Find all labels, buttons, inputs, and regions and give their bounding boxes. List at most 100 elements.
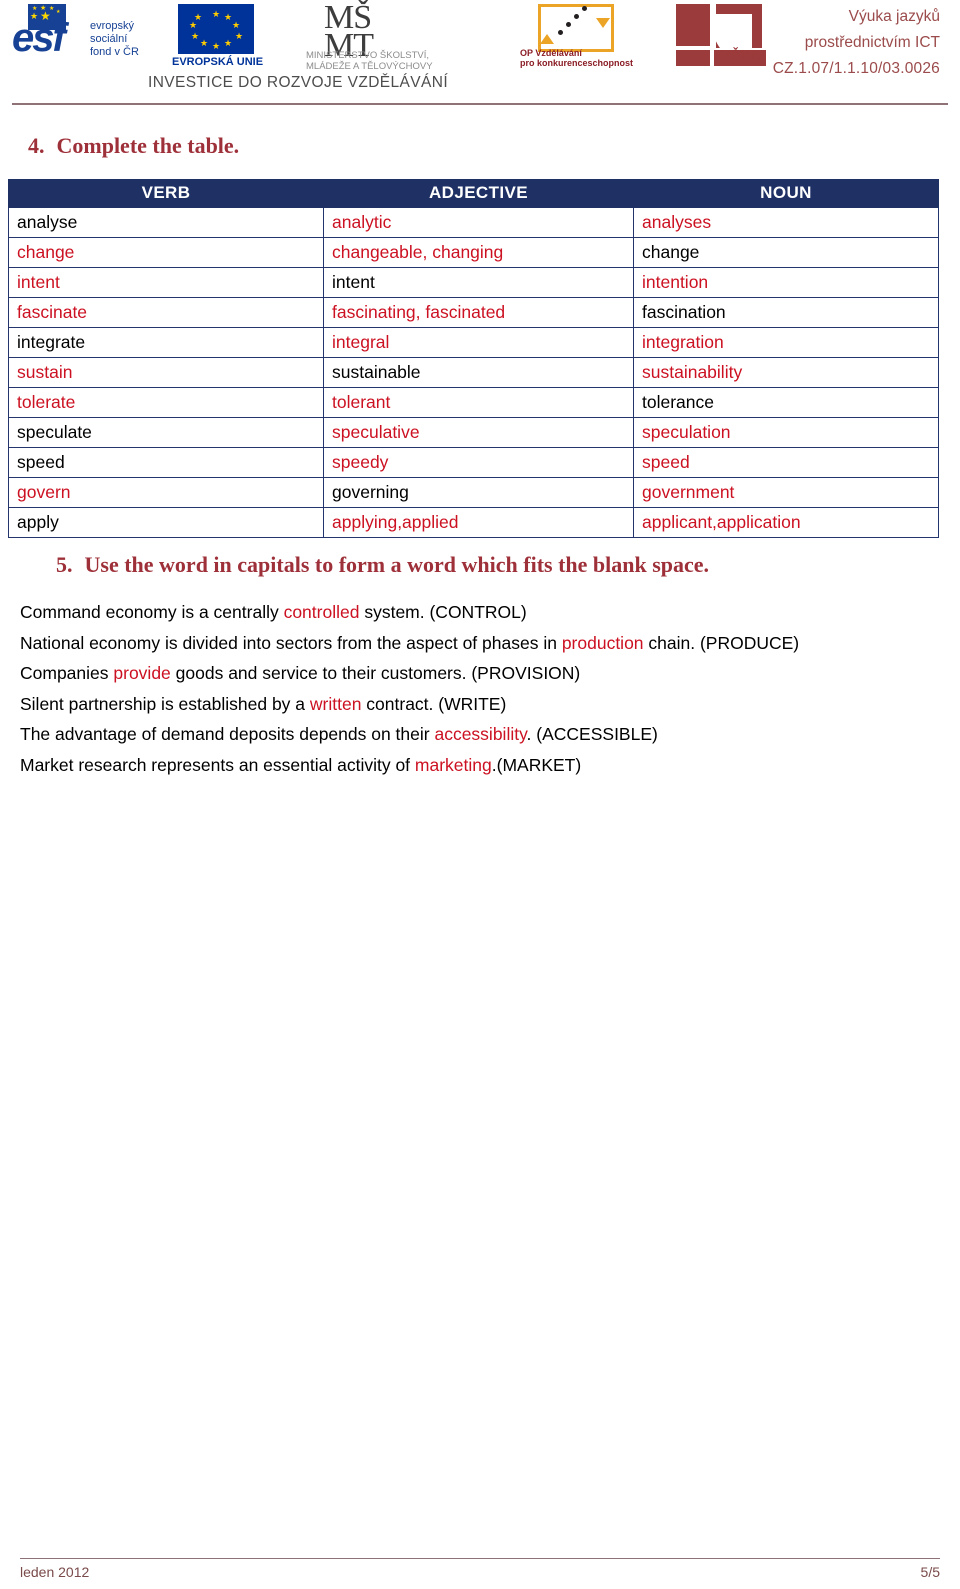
project-title-line-1: Výuka jazyků [848, 8, 940, 25]
sentence-answer: controlled [283, 602, 360, 622]
esf-wordmark: esf [12, 16, 66, 60]
opvk-caption: OP Vzdělávání pro konkurenceschopnost [520, 48, 633, 68]
cell-adjective: speculative [323, 417, 634, 448]
vste-logo: VŠTE [664, 4, 784, 66]
table-row: change changeable, changing change [8, 237, 939, 268]
esf-logo: ★ ★ ★ ★ ★ ★ esf evropský sociální fond v… [8, 4, 158, 66]
sentence-answer: accessibility [434, 724, 527, 744]
cell-verb: integrate [8, 327, 324, 358]
cell-noun: integration [633, 327, 939, 358]
sentence-suffix: chain. (PRODUCE) [643, 632, 800, 653]
vste-wordmark: VŠTE [720, 48, 762, 64]
exercise-sentence: Companies provide goods and service to t… [20, 658, 950, 689]
opvk-caption-line-2: pro konkurenceschopnost [520, 58, 634, 68]
sentence-suffix: . (ACCESSIBLE) [526, 724, 658, 744]
cell-adjective: integral [323, 327, 634, 358]
project-title-line-2: prostřednictvím ICT [804, 34, 940, 51]
cell-verb: apply [8, 507, 324, 538]
esf-caption: evropský sociální fond v ČR [90, 20, 139, 59]
cell-adjective: sustainable [323, 357, 634, 388]
page-header: ★ ★ ★ ★ ★ ★ esf evropský sociální fond v… [0, 0, 960, 100]
footer-page-number: 5/5 [920, 1564, 940, 1580]
cell-noun: tolerance [633, 387, 939, 418]
sentence-answer: written [309, 693, 362, 714]
exercise-sentence: The advantage of demand deposits depends… [20, 719, 950, 750]
cell-noun: sustainability [633, 357, 939, 388]
cell-adjective: fascinating, fascinated [323, 297, 634, 328]
footer-date: leden 2012 [20, 1564, 90, 1580]
esf-caption-line-3: fond v ČR [90, 46, 139, 58]
cell-verb: govern [8, 477, 324, 508]
exercise-sentence: Market research represents an essential … [20, 750, 950, 781]
cell-noun: change [633, 237, 939, 268]
cell-noun: government [633, 477, 939, 508]
table-row: analyse analytic analyses [8, 207, 939, 238]
cell-verb: sustain [8, 357, 324, 388]
sentence-prefix: Command economy is a centrally [20, 602, 284, 622]
vste-arc-shape [716, 4, 762, 48]
table-row: speed speedy speed [8, 447, 939, 478]
table-row: speculate speculative speculation [8, 417, 939, 448]
cell-verb: intent [8, 267, 324, 298]
esf-caption-line-1: evropský [90, 20, 135, 32]
task-4-heading: 4. Complete the table. [28, 133, 239, 159]
cell-adjective: changeable, changing [323, 237, 634, 268]
cell-noun: analyses [633, 207, 939, 238]
sentence-answer: provide [113, 663, 171, 683]
cell-adjective: governing [323, 477, 634, 508]
logo-strip: ★ ★ ★ ★ ★ ★ esf evropský sociální fond v… [8, 1, 784, 73]
msmt-caption-line-1: MINISTERSTVO ŠKOLSTVÍ, [306, 50, 429, 61]
cell-adjective: tolerant [323, 387, 634, 418]
cell-noun: applicant,application [633, 507, 939, 538]
sentence-prefix: Market research represents an essential … [20, 754, 415, 775]
opvk-caption-line-1: OP Vzdělávání [520, 48, 582, 58]
vste-block-shape [676, 50, 710, 66]
column-header-noun: NOUN [633, 179, 939, 208]
sentence-suffix: goods and service to their customers. (P… [170, 663, 581, 683]
cell-adjective: intent [323, 267, 634, 298]
cell-adjective: applying,applied [323, 507, 634, 538]
cell-verb: change [8, 237, 324, 268]
opvk-triangle-icon [540, 34, 554, 44]
task-5-sentence-list: Command economy is a centrally controlle… [20, 597, 950, 780]
sentence-prefix: Companies [20, 663, 114, 683]
table-row: sustain sustainable sustainability [8, 357, 939, 388]
footer-divider [20, 1558, 940, 1559]
task-5-number: 5. [56, 552, 73, 577]
investment-slogan: INVESTICE DO ROZVOJE VZDĚLÁVÁNÍ [148, 74, 449, 91]
table-header-row: VERB ADJECTIVE NOUN [8, 179, 939, 208]
cell-verb: analyse [8, 207, 324, 238]
task-4-number: 4. [28, 133, 45, 158]
opvk-dot-icon [566, 22, 571, 27]
opvk-triangle-icon [596, 18, 610, 28]
task-5-title: Use the word in capitals to form a word … [84, 552, 710, 577]
table-row: apply applying,applied applicant,applicati… [8, 507, 939, 538]
opvk-square-shape [538, 4, 614, 52]
task-5-heading: 5. Use the word in capitals to form a wor… [56, 552, 709, 578]
cell-noun: speculation [633, 417, 939, 448]
esf-caption-line-2: sociální [90, 33, 128, 45]
table-row: intent intent intention [8, 267, 939, 298]
exercise-sentence: Command economy is a centrally controlle… [20, 597, 950, 628]
cell-verb: speed [8, 447, 324, 478]
msmt-caption-line-2: MLÁDEŽE A TĚLOVÝCHOVY [306, 61, 433, 72]
column-header-verb: VERB [8, 179, 324, 208]
project-identity: Výuka jazyků prostřednictvím ICT CZ.1.07… [773, 4, 940, 82]
opvk-dot-icon [574, 14, 579, 19]
cell-noun: speed [633, 447, 939, 478]
table-row: fascinate fascinating, fascinated fascinat… [8, 297, 939, 328]
sentence-prefix: National economy is divided into sectors… [20, 632, 562, 653]
cell-verb: tolerate [8, 387, 324, 418]
project-id-code: CZ.1.07/1.1.10/03.0026 [772, 60, 940, 77]
eu-stars: ★ ★ ★ ★ ★ ★ ★ ★ ★ ★ [189, 9, 244, 51]
table-row: tolerate tolerant tolerance [8, 387, 939, 418]
msmt-logo: MŠ MT MINISTERSTVO ŠKOLSTVÍ, MLÁDEŽE A T… [306, 1, 506, 73]
sentence-answer: marketing [414, 754, 492, 775]
sentence-prefix: Silent partnership is established by a [20, 693, 310, 714]
task-4-title: Complete the table. [56, 133, 240, 158]
header-divider [12, 103, 948, 105]
table-row: govern governing government [8, 477, 939, 508]
opvk-dot-icon [582, 6, 587, 11]
cell-verb: speculate [8, 417, 324, 448]
sentence-suffix: contract. (WRITE) [361, 693, 507, 714]
